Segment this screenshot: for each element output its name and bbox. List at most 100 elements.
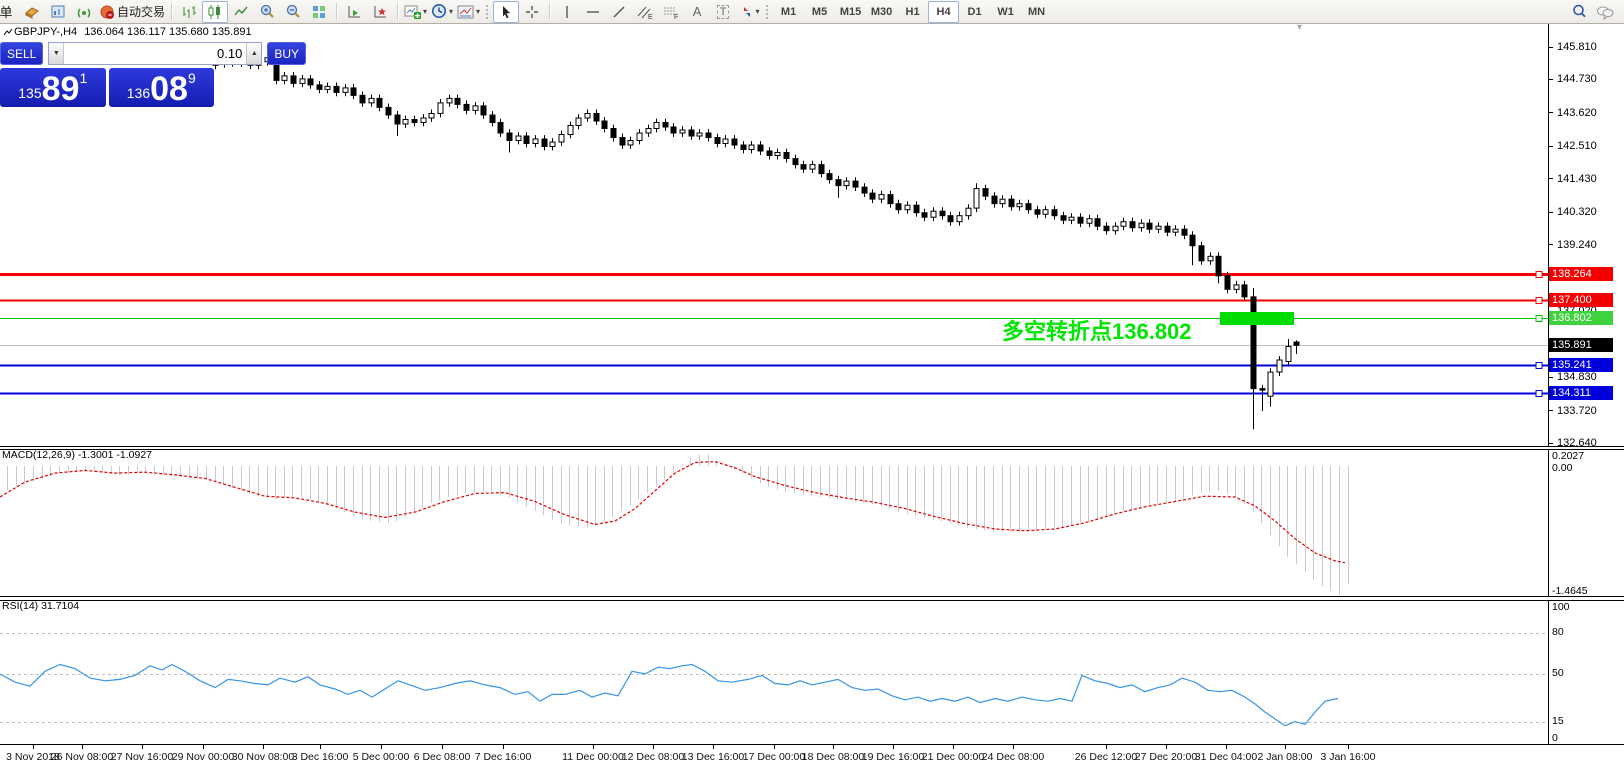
template-icon bbox=[457, 5, 474, 18]
timeframe-d1-button[interactable]: D1 bbox=[959, 1, 990, 23]
time-axis-label: 13 Dec 16:00 bbox=[681, 751, 745, 763]
tile-windows-button[interactable] bbox=[306, 1, 332, 23]
time-axis-label: 30 Nov 08:00 bbox=[231, 751, 295, 763]
timeframe-m1-button[interactable]: M1 bbox=[773, 1, 804, 23]
panel-splitter-rsi[interactable] bbox=[0, 596, 1624, 601]
price-line-label: 137.400 bbox=[1549, 292, 1613, 307]
time-axis-tick bbox=[833, 745, 834, 749]
timeframe-h4-button[interactable]: H4 bbox=[928, 0, 960, 23]
time-axis-label: 21 Dec 00:00 bbox=[921, 751, 985, 763]
time-axis-tick bbox=[442, 745, 443, 749]
bar-chart-button[interactable] bbox=[176, 1, 202, 23]
fibonacci-button[interactable]: F bbox=[658, 1, 684, 23]
fibonacci-icon: F bbox=[664, 7, 678, 20]
timeframe-m5-button[interactable]: M5 bbox=[804, 1, 835, 23]
timeframe-m15-button[interactable]: M15 bbox=[835, 1, 866, 23]
time-axis-label: 7 Dec 16:00 bbox=[474, 751, 532, 763]
vertical-line-icon bbox=[566, 5, 568, 18]
price-tick: 140.320 bbox=[1549, 206, 1623, 218]
horizontal-line-button[interactable] bbox=[580, 1, 606, 23]
time-axis-label: 2 Jan 08:00 bbox=[1257, 751, 1313, 763]
order-ticket-button[interactable] bbox=[19, 1, 45, 23]
zoom-out-button[interactable] bbox=[280, 1, 306, 23]
chart-ohlc-values: 136.064 136.117 135.680 135.891 bbox=[84, 26, 252, 38]
candlestick-chart-button[interactable] bbox=[202, 0, 229, 23]
text-label-button[interactable]: T bbox=[710, 1, 736, 23]
trendline-button[interactable] bbox=[606, 1, 632, 23]
time-axis-label: 12 Dec 08:00 bbox=[621, 751, 685, 763]
candlestick-chart-icon bbox=[208, 4, 221, 19]
macd-scale-label: 0.00 bbox=[1552, 462, 1573, 474]
buy-price-box[interactable]: 136 08 9 bbox=[108, 68, 214, 107]
autotrade-button[interactable]: 自动交易 bbox=[97, 1, 167, 23]
buy-button[interactable]: BUY bbox=[267, 42, 307, 65]
time-axis-label: 6 Dec 08:00 bbox=[413, 751, 471, 763]
line-chart-icon bbox=[234, 6, 248, 15]
timeframe-m30-button[interactable]: M30 bbox=[866, 1, 897, 23]
volume-decrease-button[interactable]: ▼ bbox=[49, 43, 65, 64]
price-tick: 139.240 bbox=[1549, 239, 1623, 251]
text-button[interactable]: A bbox=[684, 1, 710, 23]
ask-integer: 136 bbox=[126, 85, 151, 101]
chat-icon bbox=[1597, 6, 1614, 20]
line-chart-button[interactable] bbox=[228, 1, 254, 23]
price-tick: 143.620 bbox=[1549, 107, 1623, 119]
volume-increase-button[interactable]: ▲ bbox=[246, 43, 262, 64]
ask-point: 9 bbox=[187, 70, 196, 86]
template-button[interactable]: ▾ bbox=[455, 1, 482, 23]
signal-button[interactable] bbox=[71, 1, 97, 23]
search-button[interactable] bbox=[1566, 1, 1592, 23]
toolbar: 单 自动交易 ▾ ▾ ▾ E F A T ▾ M1 M5 M15 M30 H1 … bbox=[0, 0, 1624, 24]
signal-icon bbox=[77, 8, 91, 17]
timeframe-mn-button[interactable]: MN bbox=[1021, 1, 1052, 23]
bid-point: 1 bbox=[79, 70, 88, 86]
timeframe-w1-button[interactable]: W1 bbox=[990, 1, 1021, 23]
vertical-line-button[interactable] bbox=[554, 1, 580, 23]
volume-input[interactable] bbox=[64, 45, 247, 62]
new-order-label: 单 bbox=[0, 5, 13, 20]
zoom-in-button[interactable] bbox=[254, 1, 280, 23]
timeframe-h1-button[interactable]: H1 bbox=[897, 1, 928, 23]
sell-button[interactable]: SELL bbox=[0, 42, 44, 65]
bid-integer: 135 bbox=[18, 85, 42, 101]
price-tick: 133.720 bbox=[1549, 405, 1623, 417]
chart-shift-icon bbox=[374, 5, 387, 17]
cursor-icon bbox=[503, 5, 511, 18]
time-axis-tick bbox=[1226, 745, 1227, 749]
time-axis-label: 26 Nov 08:00 bbox=[50, 751, 114, 763]
fibo-letter: F bbox=[674, 14, 678, 20]
new-chart-button[interactable]: ▾ bbox=[402, 1, 429, 23]
new-order-button[interactable]: 单 bbox=[0, 1, 19, 23]
text-label-icon: T bbox=[716, 4, 730, 19]
time-axis-tick bbox=[320, 745, 321, 749]
equidistant-channel-button[interactable]: E bbox=[632, 1, 658, 23]
tile-windows-icon bbox=[313, 5, 326, 18]
annotation-text[interactable]: 多空转折点136.802 bbox=[1002, 314, 1192, 346]
sell-price-box[interactable]: 135 89 1 bbox=[0, 68, 106, 107]
time-axis-tick bbox=[1013, 745, 1014, 749]
panel-splitter-macd[interactable] bbox=[0, 446, 1624, 450]
time-axis-tick bbox=[893, 745, 894, 749]
arrows-button[interactable]: ▾ bbox=[736, 1, 762, 23]
macd-indicator-label: MACD(12,26,9) -1.3001 -1.0927 bbox=[2, 449, 152, 461]
chat-button[interactable] bbox=[1592, 1, 1618, 23]
chart-shift-button[interactable] bbox=[367, 1, 393, 23]
price-line-label: 135.241 bbox=[1549, 357, 1613, 372]
crosshair-button[interactable] bbox=[519, 1, 545, 23]
time-axis-tick bbox=[1285, 745, 1286, 749]
price-axis-divider bbox=[1548, 23, 1549, 745]
auto-scroll-button[interactable] bbox=[341, 1, 367, 23]
trade-panel-prices: 135 89 1 136 08 9 bbox=[0, 68, 214, 107]
market-watch-button[interactable] bbox=[45, 1, 71, 23]
time-axis-label: 24 Dec 08:00 bbox=[981, 751, 1045, 763]
period-button[interactable]: ▾ bbox=[429, 1, 455, 23]
cursor-button[interactable] bbox=[493, 0, 520, 23]
time-axis-tick bbox=[33, 745, 34, 749]
time-axis-tick bbox=[1106, 745, 1107, 749]
autotrade-label: 自动交易 bbox=[117, 5, 166, 19]
rsi-scale-label: 50 bbox=[1552, 667, 1564, 679]
time-axis-tick bbox=[203, 745, 204, 749]
price-tick: 142.510 bbox=[1549, 140, 1623, 152]
price-tick: 134.830 bbox=[1549, 371, 1623, 383]
chart-area[interactable] bbox=[0, 23, 1624, 769]
